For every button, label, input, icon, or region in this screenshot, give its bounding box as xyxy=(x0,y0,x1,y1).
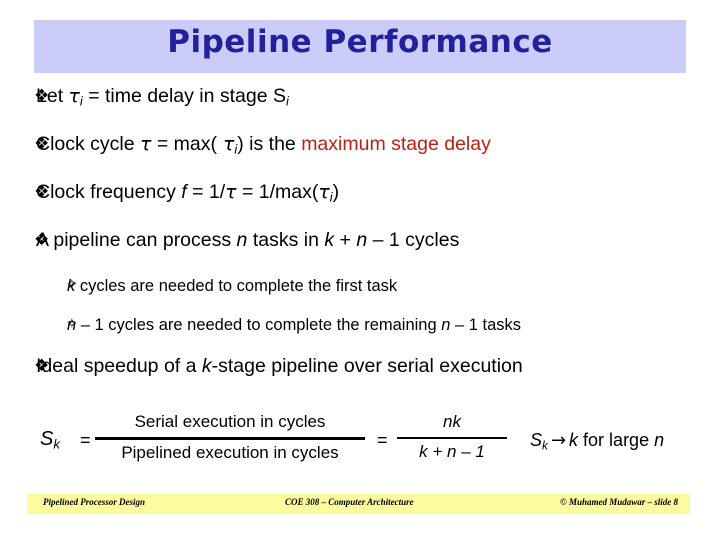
bullet-text-run: i xyxy=(286,93,289,109)
bullet-text-run: k xyxy=(201,354,212,377)
formula-limit-note: Sk → k for large n xyxy=(530,430,665,453)
diamond-bullet-icon: ❖ xyxy=(34,86,50,106)
bullet-item: ❖ Let τi = time delay in stage Si xyxy=(0,85,720,109)
bullet-text-run: – 1 tasks xyxy=(450,316,522,335)
diamond-bullet-icon: ❖ xyxy=(34,230,50,250)
bullet-text-run: k xyxy=(324,229,335,251)
bullet-text-run: Clock cycle xyxy=(36,133,141,155)
diamond-bullet-icon: ❖ xyxy=(34,134,50,154)
bullet-text-run: τ xyxy=(225,181,237,203)
bullet-text-run: = 1/max( xyxy=(236,181,319,203)
bullet-label: A pipeline can process n tasks in k + n … xyxy=(36,229,460,252)
fraction-numerator: Serial execution in cycles xyxy=(134,412,326,431)
page-title: Pipeline Performance xyxy=(167,24,553,60)
bullet-item: ❖ Clock frequency f = 1/τ = 1/max(τi) xyxy=(0,181,720,205)
bullet-label: k cycles are needed to complete the firs… xyxy=(67,277,397,295)
bullet-text-run: – 1 cycles are needed to complete the re… xyxy=(76,316,442,335)
bullet-label: Ideal speedup of a k-stage pipeline over… xyxy=(36,354,523,378)
speedup-formula: Sk = Serial execution in cycles Pipeline… xyxy=(40,404,700,474)
diamond-bullet-icon: ❖ xyxy=(34,355,50,376)
fraction-bar xyxy=(397,436,507,439)
slide-body: ❖ Let τi = time delay in stage Si ❖ Clock c… xyxy=(0,85,720,403)
bullet-text-run: = time delay in stage xyxy=(82,85,274,107)
formula-equals-1: = xyxy=(80,430,91,450)
bullet-item: ✧ k cycles are needed to complete the fir… xyxy=(0,277,720,295)
bullet-text-run: A pipeline can process xyxy=(36,229,237,251)
formula-fraction-definition: Serial execution in cycles Pipelined exe… xyxy=(95,410,365,465)
bullet-label: n – 1 cycles are needed to complete the … xyxy=(67,316,521,334)
bullet-label: Clock cycle τ = max( τi) is the maximum … xyxy=(36,133,491,157)
bullet-text-run: τ xyxy=(140,133,152,155)
bullet-text-run: n xyxy=(356,229,368,251)
bullet-text-run: + xyxy=(334,229,357,251)
footer-course-topic: Pipelined Processor Design xyxy=(43,497,145,507)
formula-equals-2: = xyxy=(377,430,388,450)
bullet-label: Let τi = time delay in stage Si xyxy=(36,85,289,109)
bullet-text-run: ) is the xyxy=(237,133,302,155)
title-banner: Pipeline Performance xyxy=(34,20,686,73)
bullet-text-run: τ xyxy=(68,85,80,107)
bullet-item: ✧ n – 1 cycles are needed to complete the… xyxy=(0,316,720,334)
fraction-bar xyxy=(95,436,365,440)
right-arrow-icon: → xyxy=(550,430,567,451)
bullet-text-run: τ xyxy=(318,181,330,203)
footer-banner: Pipelined Processor Design COE 308 – Com… xyxy=(27,494,690,514)
fraction-denominator: Pipelined execution in cycles xyxy=(121,442,339,462)
bullet-text-run: – 1 cycles xyxy=(367,229,460,251)
bullet-text-run: = 1/ xyxy=(186,181,226,203)
bullet-text-run: = max( xyxy=(151,133,217,155)
formula-sk-label: Sk xyxy=(40,428,60,452)
bullet-label: Clock frequency f = 1/τ = 1/max(τi) xyxy=(36,181,340,205)
bullet-item: ❖ A pipeline can process n tasks in k + n… xyxy=(0,229,720,252)
bullet-text-run: n xyxy=(236,229,248,251)
bullet-text-run: ) xyxy=(332,181,340,203)
bullet-text-run: maximum stage delay xyxy=(301,133,491,155)
bullet-text-run: Clock frequency xyxy=(36,181,182,203)
fraction-numerator: nk xyxy=(443,412,461,431)
star-bullet-icon: ✧ xyxy=(66,316,78,333)
bullet-text-run: Ideal speedup of a xyxy=(36,354,202,377)
bullet-text-run: -stage pipeline over serial execution xyxy=(211,354,523,377)
bullet-text-run: tasks in xyxy=(247,229,325,251)
bullet-text-run: S xyxy=(273,85,287,107)
fraction-denominator: k + n – 1 xyxy=(419,441,485,461)
footer-course-name: COE 308 – Computer Architecture xyxy=(285,497,414,507)
diamond-bullet-icon: ❖ xyxy=(34,182,50,202)
star-bullet-icon: ✧ xyxy=(66,276,78,293)
bullet-item: ❖ Ideal speedup of a k-stage pipeline ove… xyxy=(0,354,720,378)
bullet-text-run: τ xyxy=(216,133,235,155)
bullet-item: ❖ Clock cycle τ = max( τi) is the maximum… xyxy=(0,133,720,157)
footer-copyright: © Muhamed Mudawar – slide 8 xyxy=(560,497,678,507)
bullet-text-run: cycles are needed to complete the first … xyxy=(75,276,398,295)
formula-fraction-expression: nk k + n – 1 xyxy=(397,410,507,464)
